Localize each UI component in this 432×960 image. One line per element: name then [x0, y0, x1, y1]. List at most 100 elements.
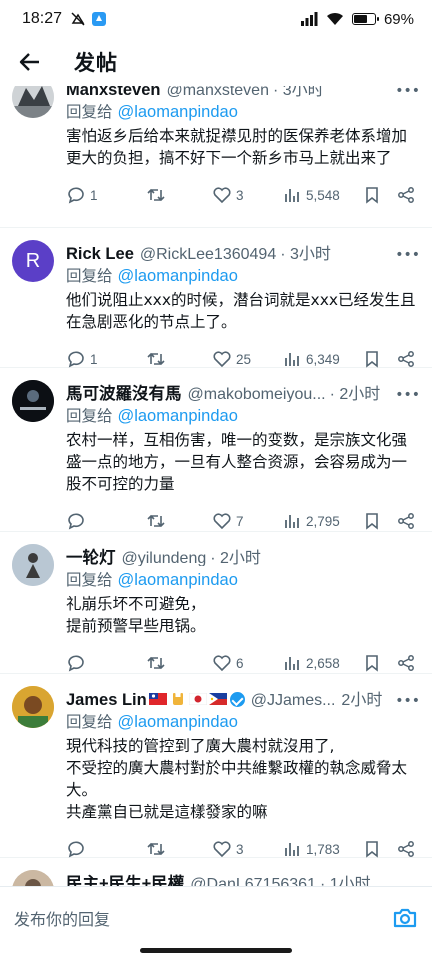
author-handle[interactable]: @JJames...: [251, 692, 336, 708]
views-button[interactable]: 2,795: [282, 511, 362, 531]
bookmark-button[interactable]: [362, 653, 396, 673]
retweet-icon: [147, 352, 165, 366]
like-button[interactable]: 3: [212, 839, 282, 859]
author-name[interactable]: James Lin: [66, 691, 147, 708]
signal-icon: [300, 12, 318, 26]
views-button[interactable]: 6,349: [282, 349, 362, 369]
bookmark-button[interactable]: [362, 511, 396, 531]
like-count: 25: [236, 351, 252, 367]
retweet-icon: [147, 656, 165, 670]
page-title: 发帖: [74, 51, 118, 75]
retweet-button[interactable]: [146, 839, 212, 859]
replying-to: 回复给 @laomanpindao: [66, 710, 420, 732]
share-button[interactable]: [396, 185, 416, 205]
reply-text: 礼崩乐坏不可避免，: [66, 595, 206, 613]
share-button[interactable]: [396, 653, 416, 673]
author-name[interactable]: 馬可波羅沒有馬: [66, 380, 182, 402]
bookmark-button[interactable]: [362, 185, 396, 205]
retweet-button[interactable]: [146, 185, 212, 205]
status-time: 18:27: [22, 10, 63, 27]
heart-icon: [213, 655, 231, 672]
reply-text: 害怕返乡后给本来就捉襟见肘的医保养老体系增加更大的负担，搞不好下一个新乡市马上就…: [66, 127, 408, 167]
share-button[interactable]: [396, 511, 416, 531]
retweet-icon: [147, 514, 165, 528]
back-button[interactable]: [0, 38, 60, 86]
avatar[interactable]: [12, 686, 54, 728]
author-handle[interactable]: @RickLee1360494: [140, 246, 276, 262]
author-handle[interactable]: @makobomeiyou...: [188, 386, 326, 402]
taiwan-flag-icon: [148, 693, 167, 705]
views-button[interactable]: 1,783: [282, 839, 362, 859]
reply-item[interactable]: Manxsteven @manxsteven · 3小时 ••• 回复给 @la…: [0, 86, 432, 228]
avatar[interactable]: R: [12, 240, 54, 282]
reply-input-placeholder[interactable]: 发布你的回复: [14, 906, 110, 930]
reply-compose-bar[interactable]: 发布你的回复: [0, 886, 432, 948]
reply-item[interactable]: James Lin @JJames... 2小时 ••• 回复给 @laoman…: [0, 674, 432, 858]
post-time: · 2小时: [329, 386, 381, 402]
like-button[interactable]: 25: [212, 349, 282, 369]
share-button[interactable]: [396, 839, 416, 859]
bookmark-button[interactable]: [362, 349, 396, 369]
more-options-button[interactable]: •••: [389, 247, 420, 262]
action-bar: 1 3 5,548: [66, 175, 420, 215]
share-button[interactable]: [396, 349, 416, 369]
mention-link[interactable]: @laomanpindao: [117, 103, 237, 121]
battery-percent: 69%: [383, 10, 414, 28]
retweet-button[interactable]: [146, 511, 212, 531]
reply-item[interactable]: 馬可波羅沒有馬 @makobomeiyou... · 2小时 ••• 回复给 @…: [0, 368, 432, 532]
bookmark-icon: [366, 513, 378, 530]
like-button[interactable]: 7: [212, 511, 282, 531]
bookmark-button[interactable]: [362, 839, 396, 859]
avatar[interactable]: [12, 870, 54, 886]
mention-link[interactable]: @laomanpindao: [117, 267, 237, 285]
heart-icon: [213, 351, 231, 368]
views-button[interactable]: 2,658: [282, 653, 362, 673]
reply-text: 提前预警早些甩锅。: [66, 617, 206, 635]
more-options-button[interactable]: •••: [389, 693, 420, 708]
reply-button[interactable]: [66, 653, 146, 673]
views-chart-icon: [285, 657, 299, 670]
reply-icon: [68, 351, 84, 368]
reply-icon: [68, 655, 84, 672]
retweet-button[interactable]: [146, 349, 212, 369]
reply-button[interactable]: [66, 839, 146, 859]
reply-item[interactable]: 民主+民生+民權 @DanL67156361 · 1小时: [0, 858, 432, 886]
dnd-muted-icon: [71, 12, 85, 26]
author-name[interactable]: Manxsteven: [66, 86, 160, 98]
home-indicator[interactable]: [140, 948, 292, 953]
reply-item[interactable]: R Rick Lee @RickLee1360494 · 3小时 ••• 回复给…: [0, 228, 432, 368]
avatar[interactable]: [12, 86, 54, 118]
mention-link[interactable]: @laomanpindao: [117, 407, 237, 425]
verified-badge-icon: [229, 692, 245, 707]
retweet-icon: [147, 842, 165, 856]
bookmark-icon: [366, 187, 378, 204]
avatar[interactable]: [12, 380, 54, 422]
rock-hand-icon: [172, 693, 183, 705]
reply-icon: [68, 513, 84, 530]
author-handle[interactable]: @DanL67156361: [190, 876, 316, 886]
heart-icon: [213, 513, 231, 530]
author-name[interactable]: Rick Lee: [66, 245, 134, 262]
camera-icon[interactable]: [392, 905, 418, 931]
more-options-button[interactable]: •••: [389, 387, 420, 402]
reply-body: 現代科技的管控到了廣大農村就沒用了, 不受控的廣大農村對於中共維繫政權的執念威脅…: [66, 735, 420, 823]
reply-item[interactable]: 一轮灯 @yilundeng · 2小时 回复给 @laomanpindao 礼…: [0, 532, 432, 674]
author-name[interactable]: 民主+民生+民權: [66, 870, 184, 886]
like-button[interactable]: 6: [212, 653, 282, 673]
mention-link[interactable]: @laomanpindao: [117, 571, 237, 589]
reply-feed[interactable]: Manxsteven @manxsteven · 3小时 ••• 回复给 @la…: [0, 86, 432, 886]
replying-to: 回复给 @laomanpindao: [66, 568, 420, 590]
more-options-button[interactable]: •••: [389, 86, 420, 98]
avatar[interactable]: [12, 544, 54, 586]
reply-button[interactable]: 1: [66, 185, 146, 205]
author-handle[interactable]: @yilundeng: [122, 550, 207, 566]
like-button[interactable]: 3: [212, 185, 282, 205]
reply-button[interactable]: [66, 511, 146, 531]
author-handle[interactable]: @manxsteven: [166, 86, 269, 98]
bookmark-icon: [366, 841, 378, 858]
mention-link[interactable]: @laomanpindao: [117, 713, 237, 731]
retweet-button[interactable]: [146, 653, 212, 673]
author-name[interactable]: 一轮灯: [66, 544, 116, 566]
views-button[interactable]: 5,548: [282, 185, 362, 205]
reply-button[interactable]: 1: [66, 349, 146, 369]
